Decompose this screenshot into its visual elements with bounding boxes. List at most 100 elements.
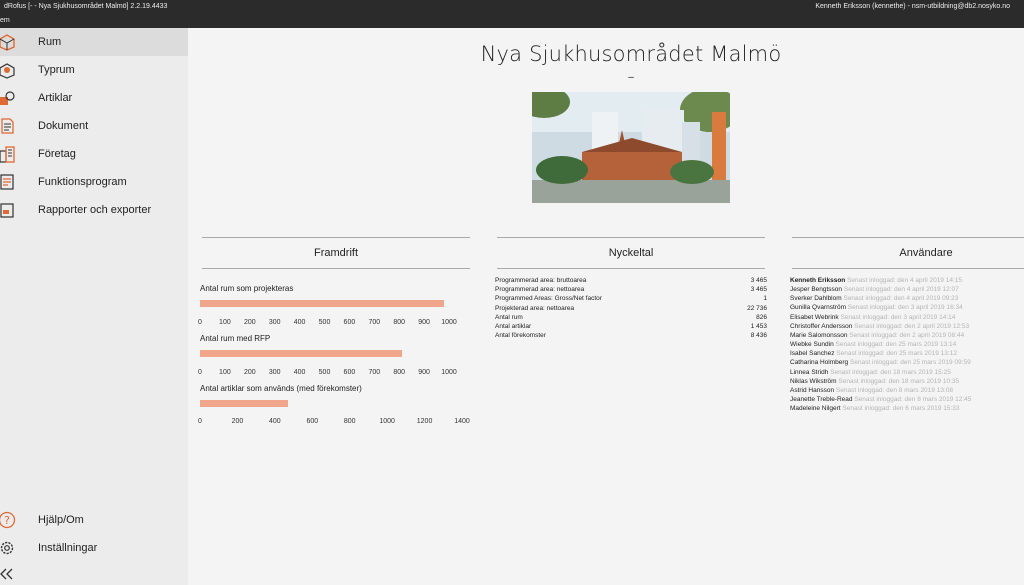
window-title: dRofus [- - Nya Sjukhusområdet Malmö] 2.… (4, 3, 168, 10)
rooms-icon (0, 34, 15, 51)
chart-bar (200, 350, 402, 357)
user-row[interactable]: Niklas Wikström Senast inloggad: den 18 … (790, 378, 959, 387)
sidebar-item-label: Rum (38, 36, 62, 48)
sidebar-item-rum[interactable]: Rum (0, 28, 188, 56)
user-name: Astrid Hansson (790, 386, 835, 394)
sidebar-item-dokument[interactable]: Dokument (0, 112, 188, 140)
user-row[interactable]: Linnea Stridh Senast inloggad: den 18 ma… (790, 369, 951, 378)
chart-tick-label: 600 (343, 319, 356, 326)
sidebar-item-hjalp[interactable]: ? Hjälp/Om (0, 506, 188, 534)
chart-tick-label: 500 (318, 369, 331, 376)
user-last-login: Senast inloggad: den 3 april 2019 14:14 (838, 313, 956, 321)
chart-tick-label: 1000 (441, 319, 457, 326)
chart-tick-label: 1000 (379, 418, 395, 425)
user-last-login: Senast inloggad: den 4 april 2019 09:23 (841, 295, 959, 303)
user-last-login: Senast inloggad: den 25 mars 2019 13:14 (833, 341, 957, 349)
key-figure-label: Projekterad area: nettoarea (495, 304, 575, 312)
user-last-login: Senast inloggad: den 3 april 2019 16:34 (846, 304, 963, 312)
user-name: Marie Salomonsson (790, 331, 848, 339)
user-name: Linnea Stridh (790, 368, 829, 376)
user-row[interactable]: Elisabet Webrink Senast inloggad: den 3 … (790, 314, 955, 323)
chart-tick-label: 700 (368, 369, 381, 376)
key-figure-value: 3 465 (750, 277, 767, 284)
chart-tick-label: 800 (393, 369, 406, 376)
key-figure-row: Programmed Areas: Gross/Net factor 1 (495, 295, 767, 304)
user-row[interactable]: Madeleine Nilgert Senast inloggad: den 6… (790, 405, 960, 414)
chart-tick-label: 900 (418, 319, 430, 326)
key-figure-value: 3 465 (750, 286, 767, 294)
key-figure-label: Programmed Areas: Gross/Net factor (495, 295, 602, 303)
user-row[interactable]: Marie Salomonsson Senast inloggad: den 2… (790, 332, 964, 341)
chart-tick-label: 1200 (416, 418, 433, 425)
chart-tick-label: 400 (293, 319, 306, 326)
user-info: Kenneth Eriksson (kennethe) - nsm-utbild… (815, 3, 1010, 10)
sidebar-item-label: Dokument (38, 120, 89, 132)
project-image (532, 92, 730, 203)
user-name: Catharina Holmberg (790, 359, 849, 367)
room-types-icon (0, 63, 15, 79)
chart-title: Antal artiklar som används (med förekoms… (200, 384, 362, 393)
chart-tick-label: 900 (418, 369, 430, 376)
sidebar-item-rapporter[interactable]: Rapporter och exporter (0, 196, 188, 224)
section-header-users: Användare (792, 237, 1024, 269)
user-row[interactable]: Sverker Dahlblom Senast inloggad: den 4 … (790, 295, 958, 304)
sidebar-item-typrum[interactable]: Typrum (0, 56, 188, 84)
section-header-key-figures: Nyckeltal (497, 237, 765, 269)
sidebar-item-artiklar[interactable]: Artiklar (0, 84, 188, 112)
chart-title: Antal rum som projekteras (200, 284, 294, 293)
user-row[interactable]: Jesper Bengtsson Senast inloggad: den 4 … (790, 286, 959, 295)
dashboard: Nya Sjukhusområdet Malmö – Framdrift Nyc… (188, 28, 1024, 585)
chart-tick-label: 1000 (441, 369, 457, 376)
chart-tick-label: 600 (343, 369, 356, 376)
collapse-icon (0, 568, 13, 580)
chart-bar (200, 400, 288, 407)
collapse-button[interactable] (0, 564, 20, 584)
user-last-login: Senast inloggad: den 25 mars 2019 13:12 (834, 350, 957, 358)
chart-tick-label: 200 (231, 418, 244, 425)
chart-bar (200, 300, 445, 307)
key-figure-value: 8 436 (750, 332, 767, 340)
user-last-login: Senast inloggad: den 8 mars 2019 13:08 (834, 386, 953, 394)
user-row[interactable]: Catharina Holmberg Senast inloggad: den … (790, 359, 971, 368)
key-figure-row: Antal förekomster 8 436 (495, 332, 767, 341)
items-icon (0, 91, 15, 105)
user-row[interactable]: Astrid Hansson Senast inloggad: den 8 ma… (790, 387, 953, 396)
user-row[interactable]: Gunilla Qvarnström Senast inloggad: den … (790, 304, 963, 313)
user-last-login: Senast inloggad: den 4 april 2019 14:15 (845, 277, 962, 284)
user-name: Elisabet Webrink (790, 313, 839, 321)
user-name: Niklas Wikström (790, 377, 837, 385)
user-row[interactable]: Wiebke Sundin Senast inloggad: den 25 ma… (790, 341, 956, 350)
title-bar: dRofus [- - Nya Sjukhusområdet Malmö] 2.… (0, 0, 1024, 15)
companies-icon (0, 146, 15, 163)
user-last-login: Senast inloggad: den 8 mars 2019 12:45 (852, 395, 972, 403)
sidebar-item-foretag[interactable]: Företag (0, 140, 188, 168)
chart-tick-label: 300 (268, 369, 281, 376)
sidebar-item-funktionsprogram[interactable]: Funktionsprogram (0, 168, 188, 196)
user-row[interactable]: Christoffer Andersson Senast inloggad: d… (790, 323, 969, 332)
user-name: Jeanette Treble-Read (790, 395, 853, 403)
user-last-login: Senast inloggad: den 2 april 2019 12:53 (852, 322, 970, 330)
key-figure-value: 1 (763, 295, 767, 303)
menu-item[interactable]: em (0, 17, 10, 24)
chart-tick-label: 0 (198, 418, 202, 425)
key-figure-row: Antal rum 826 (495, 314, 767, 323)
chart-tick-label: 400 (293, 369, 306, 376)
key-figure-value: 22 736 (747, 304, 767, 312)
user-last-login: Senast inloggad: den 18 mars 2019 15:25 (828, 368, 951, 376)
user-name: Sverker Dahlblom (790, 295, 842, 303)
chart-tick-label: 200 (243, 369, 256, 376)
key-figure-row: Antal artiklar 1 453 (495, 323, 767, 332)
user-name: Isabel Sanchez (790, 350, 835, 358)
key-figure-label: Antal artiklar (495, 323, 532, 330)
user-row[interactable]: Jeanette Treble-Read Senast inloggad: de… (790, 396, 971, 405)
sidebar-item-label: Funktionsprogram (38, 176, 127, 188)
section-header-progress: Framdrift (202, 237, 470, 269)
sidebar-item-label: Inställningar (38, 542, 98, 554)
user-row[interactable]: Isabel Sanchez Senast inloggad: den 25 m… (790, 350, 957, 359)
sidebar: Rum Typrum Artiklar Dokument Företag Fun… (0, 28, 188, 585)
key-figure-row: Programmerad area: nettoarea 3 465 (495, 286, 767, 295)
svg-text:?: ? (4, 514, 10, 527)
user-row[interactable]: Kenneth Eriksson Senast inloggad: den 4 … (790, 277, 962, 286)
sidebar-item-installningar[interactable]: Inställningar (0, 534, 188, 562)
menu-bar: em (0, 15, 1024, 28)
